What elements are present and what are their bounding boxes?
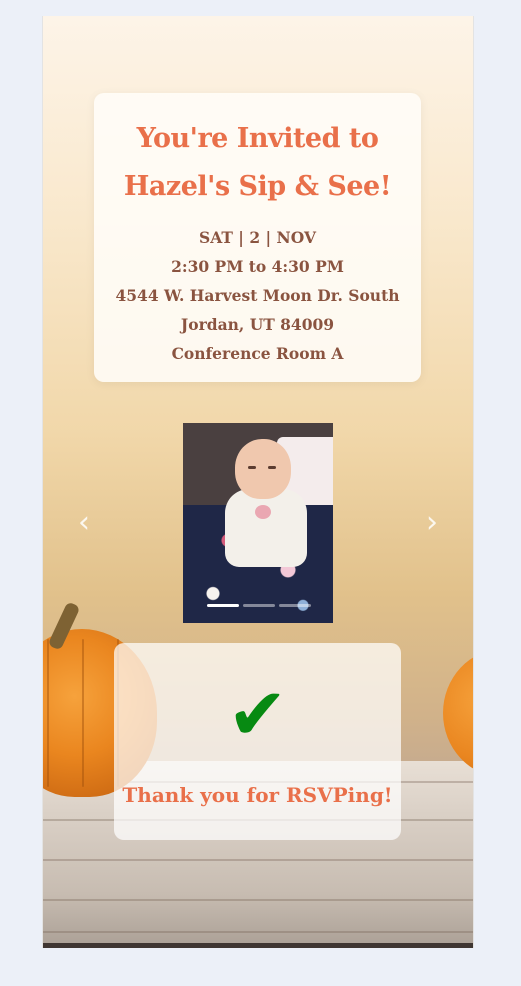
title-line-1: You're Invited to [136, 123, 379, 154]
event-address-line-1: 4544 W. Harvest Moon Dr. South [115, 286, 400, 305]
invitation-page: You're Invited to Hazel's Sip & See! SAT… [42, 16, 474, 948]
invitation-title: You're Invited to Hazel's Sip & See! [94, 115, 421, 211]
pumpkin-right-image [443, 649, 473, 777]
rsvp-confirmation-card: ✔ Thank you for RSVPing! [114, 643, 401, 840]
checkmark-icon: ✔ [227, 672, 288, 756]
carousel-dot-1[interactable] [207, 604, 239, 607]
rsvp-thank-you-message: Thank you for RSVPing! [122, 783, 393, 807]
chevron-right-icon[interactable]: › [421, 508, 443, 538]
event-details: SAT | 2 | NOV 2:30 PM to 4:30 PM 4544 W.… [94, 223, 421, 368]
event-room: Conference Room A [171, 344, 344, 363]
event-time: 2:30 PM to 4:30 PM [171, 257, 344, 276]
baby-photo [183, 423, 333, 623]
invitation-card: You're Invited to Hazel's Sip & See! SAT… [94, 93, 421, 382]
carousel-indicators [207, 604, 311, 608]
carousel-dot-2[interactable] [243, 604, 275, 607]
event-address-line-2: Jordan, UT 84009 [180, 315, 335, 334]
title-line-2: Hazel's Sip & See! [123, 171, 392, 202]
chevron-left-icon[interactable]: ‹ [73, 508, 95, 538]
event-date: SAT | 2 | NOV [199, 228, 316, 247]
carousel-dot-3[interactable] [279, 604, 311, 607]
photo-carousel[interactable] [183, 423, 333, 623]
